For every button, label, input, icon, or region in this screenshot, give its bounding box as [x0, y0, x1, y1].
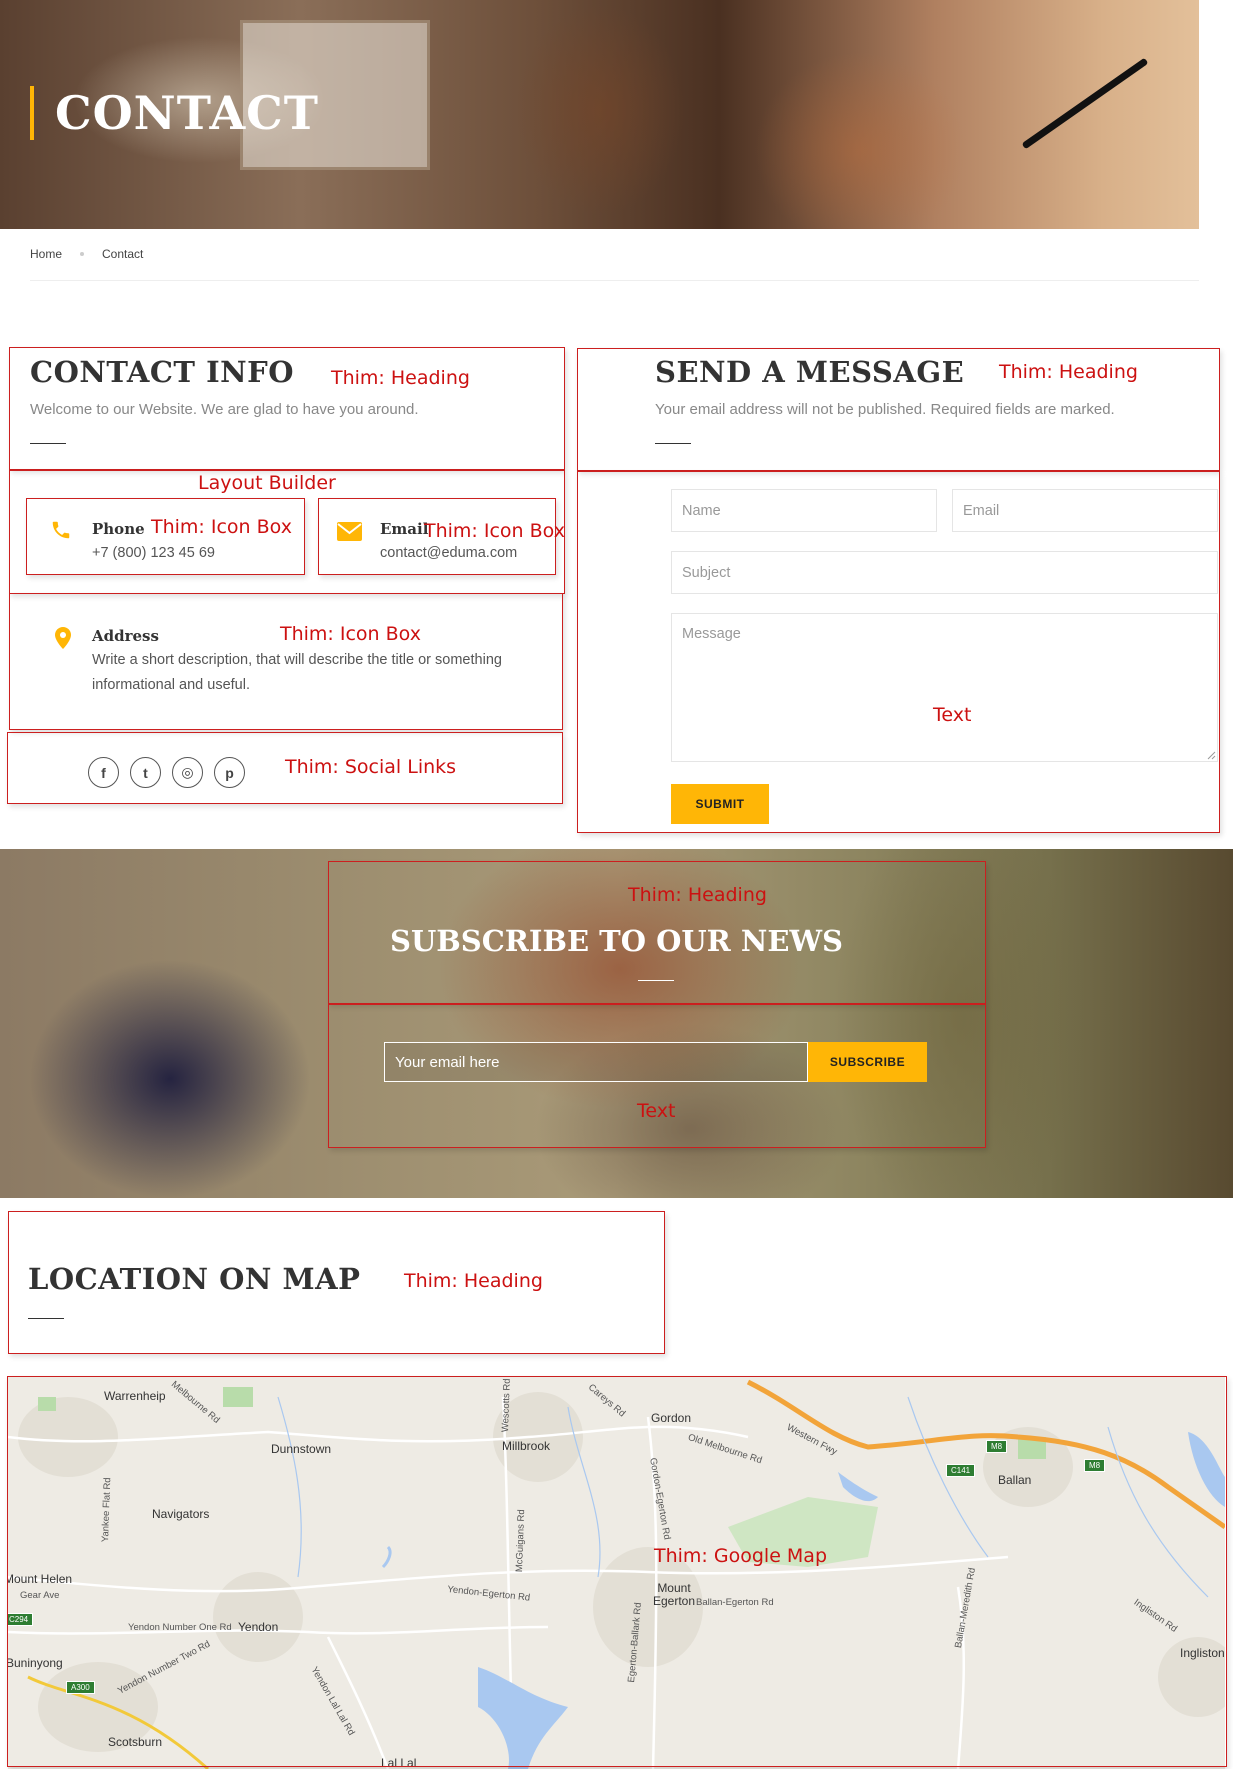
annotation-label-subscribe-heading: Thim: Heading [628, 884, 767, 906]
breadcrumb-current: Contact [102, 247, 144, 261]
annotation-box-map [7, 1376, 1227, 1767]
annotation-box-contact-heading [9, 347, 565, 470]
page-title: CONTACT [55, 86, 319, 140]
annotation-label-layout-builder: Layout Builder [198, 472, 336, 494]
breadcrumb-home-link[interactable]: Home [30, 247, 62, 261]
annotation-box-location-heading [8, 1211, 665, 1354]
annotation-box-subscribe-form [328, 1004, 986, 1148]
annotation-label-phone-box: Thim: Icon Box [151, 516, 292, 538]
hero-photo-detail [1021, 57, 1149, 150]
annotation-label-social-links: Thim: Social Links [285, 756, 457, 778]
breadcrumb-separator [80, 252, 85, 256]
page-hero-banner: CONTACT [0, 0, 1199, 229]
annotation-box-address [9, 593, 563, 730]
annotation-label-form-text: Text [933, 704, 972, 726]
breadcrumb-divider [30, 280, 1199, 281]
annotation-label-subscribe-text: Text [637, 1100, 676, 1122]
annotation-label-email-box: Thim: Icon Box [424, 520, 565, 542]
annotation-label-google-map: Thim: Google Map [654, 1545, 828, 1567]
breadcrumb: Home Contact [30, 247, 143, 261]
annotation-box-form [577, 471, 1220, 833]
annotation-label-location-heading: Thim: Heading [404, 1270, 543, 1292]
hero-title-accent [30, 86, 34, 140]
annotation-label-contact-heading: Thim: Heading [331, 367, 470, 389]
annotation-label-address-box: Thim: Icon Box [280, 623, 421, 645]
annotation-box-subscribe-heading [328, 861, 986, 1004]
annotation-label-send-heading: Thim: Heading [999, 361, 1138, 383]
